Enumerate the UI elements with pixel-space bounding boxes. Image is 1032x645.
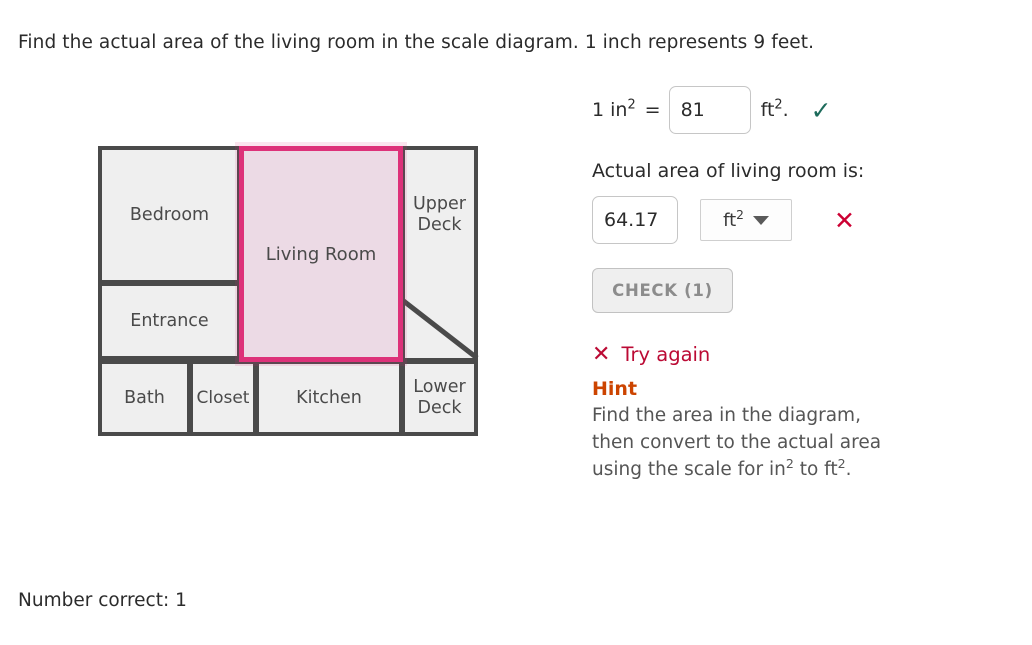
scale-suffix-text: ft [760,99,775,121]
room-entrance: Entrance [98,282,241,360]
hint-line-1: Find the area in the diagram, [592,405,861,426]
floor-plan-diagram: Bedroom Entrance Bath Closet Kitchen Upp… [98,146,479,442]
hint-line-3-period: . [845,458,852,480]
room-upper-deck-label-line2: Deck [417,214,462,235]
hint-line-3-exponent-2: 2 [837,455,846,471]
answer-label: Actual area of living room is: [592,160,865,182]
answer-value-input[interactable]: 64.17 [592,196,678,244]
hint-line-3-exponent-1: 2 [785,455,794,471]
room-closet-label: Closet [196,387,250,408]
scale-prefix-exponent: 2 [627,97,636,113]
answer-value-text: 64.17 [604,209,659,231]
room-entrance-label: Entrance [130,310,209,331]
room-kitchen: Kitchen [255,360,403,436]
hint-line-3-part-b: to ft [793,458,838,480]
room-bedroom-label: Bedroom [129,204,210,225]
x-icon: ✕ [834,205,855,235]
hint-body: Find the area in the diagram, then conve… [592,403,922,483]
scale-prefix: 1 in2 [592,99,636,121]
unit-select-dropdown[interactable]: ft2 [700,199,792,241]
room-bath: Bath [98,360,191,436]
hint-title: Hint [592,378,638,400]
unit-select-value: ft2 [723,207,744,231]
check-button-label: CHECK (1) [612,281,713,300]
unit-select-value-text: ft [723,209,737,231]
room-lower-deck-label-line1: Lower [413,377,466,398]
question-prompt: Find the actual area of the living room … [18,32,815,53]
number-correct-status: Number correct: 1 [18,590,187,611]
room-lower-deck: Lower Deck [401,360,478,436]
hint-line-3: using the scale for in2 to ft2. [592,457,922,484]
scale-suffix-exponent: 2 [774,97,783,113]
scale-value-input[interactable]: 81 [668,86,751,134]
answer-row: 64.17 ft2 ✕ [592,196,1012,244]
scale-suffix: ft2. [761,99,789,121]
try-again-feedback: ✕ Try again [592,343,1012,366]
scale-equals: = [644,99,661,121]
unit-select-exponent: 2 [736,207,744,222]
scale-prefix-text: 1 in [592,99,628,121]
answer-panel: 1 in2 = 81 ft2. ✓ Actual area of living … [592,84,1012,483]
room-bedroom: Bedroom [98,146,241,284]
try-again-label: Try again [621,343,711,366]
x-icon: ✕ [592,341,611,367]
check-icon: ✓ [810,95,832,125]
scale-conversion-row: 1 in2 = 81 ft2. ✓ [592,84,1012,136]
hint-line-2: then convert to the actual area [592,431,882,453]
scale-suffix-period: . [782,99,789,121]
room-upper-deck-label-line1: Upper [413,194,466,214]
room-closet: Closet [189,360,257,436]
check-button[interactable]: CHECK (1) [592,268,733,313]
room-living-room-label: Living Room [265,243,377,265]
room-lower-deck-label-line2: Deck [417,398,462,418]
chevron-down-icon [752,215,769,225]
room-living-room-highlighted: Living Room [239,146,403,362]
room-bath-label: Bath [124,387,165,408]
hint-line-3-part-a: using the scale for in [592,458,786,480]
deck-divider-line [399,297,479,360]
room-kitchen-label: Kitchen [296,387,362,408]
scale-value-text: 81 [680,99,705,121]
